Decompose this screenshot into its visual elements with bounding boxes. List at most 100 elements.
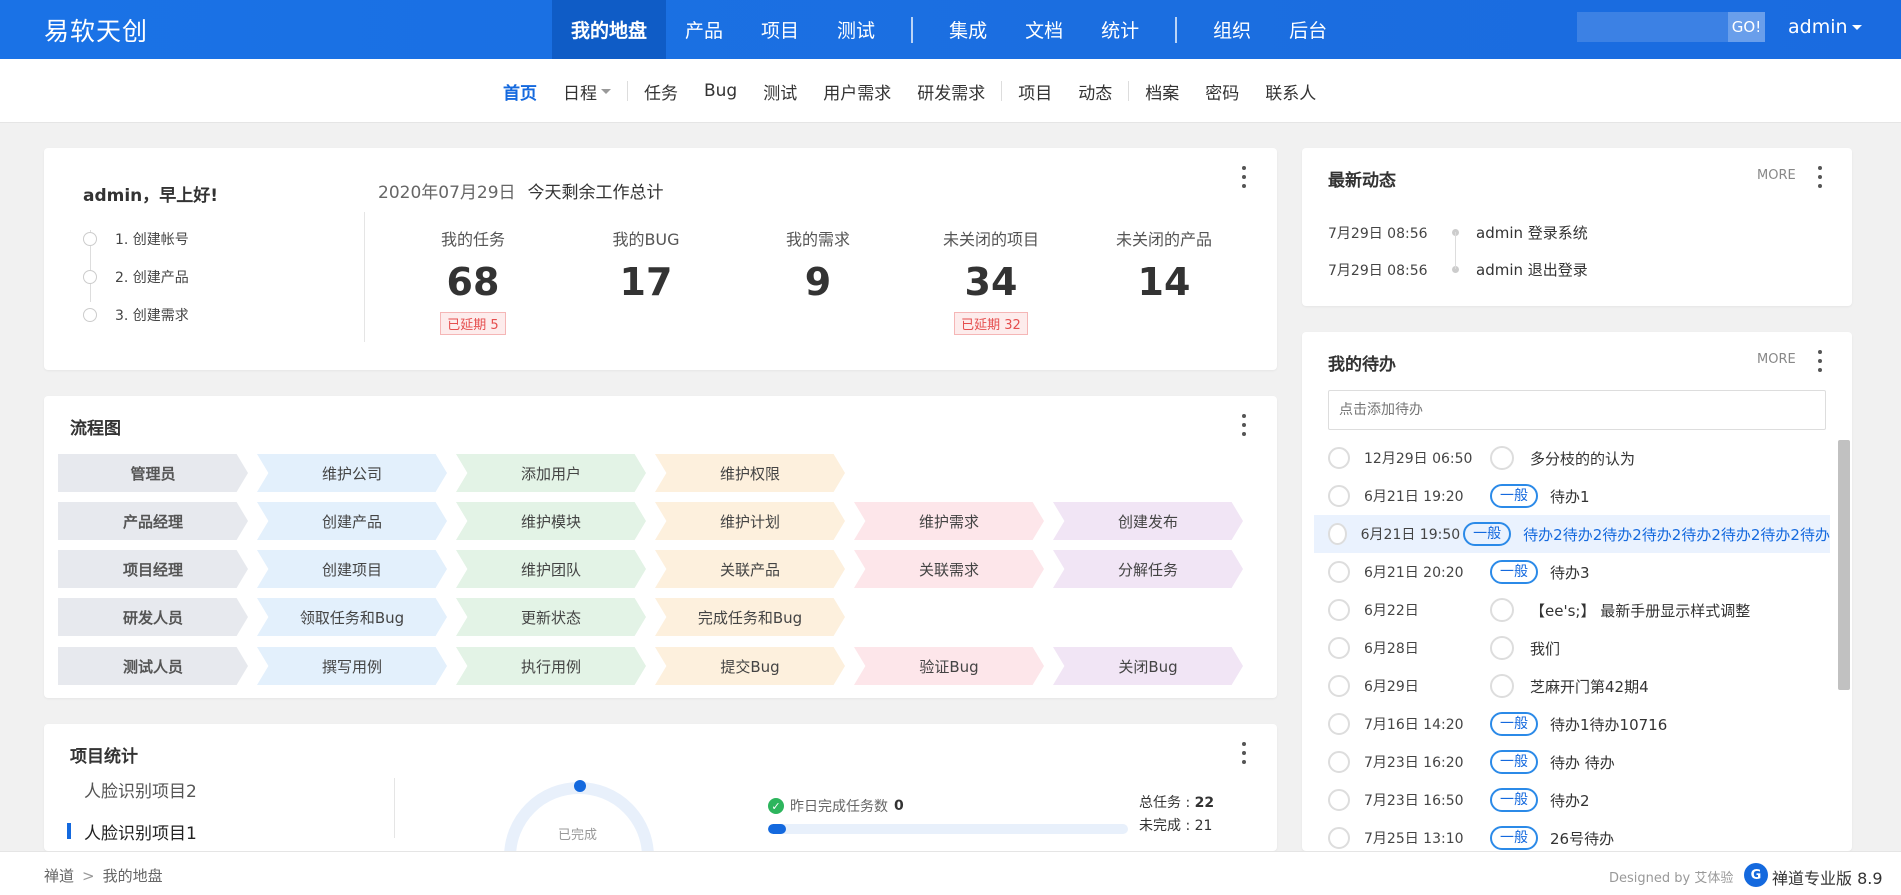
flow-step[interactable]: 创建发布 [1053, 502, 1243, 540]
user-menu[interactable]: admin [1788, 16, 1862, 38]
more-menu-icon[interactable] [1241, 166, 1247, 188]
subnav-task[interactable]: 任务 [631, 79, 691, 104]
todo-scrollbar[interactable] [1838, 440, 1850, 690]
dynamic-item[interactable]: 7月29日 08:56 admin 登录系统 [1328, 214, 1588, 251]
search-input[interactable] [1577, 12, 1728, 42]
designed-by[interactable]: Designed by 艾体验 [1609, 867, 1733, 886]
step-item[interactable]: 1. 创建帐号 [83, 220, 189, 258]
todo-item[interactable]: 6月22日 【ee's;】 最新手册显示样式调整 [1314, 591, 1830, 629]
checkbox-circle-icon[interactable] [1328, 789, 1350, 811]
subnav-schedule[interactable]: 日程 [550, 79, 624, 104]
flow-step[interactable]: 分解任务 [1053, 550, 1243, 588]
flow-step[interactable]: 撰写用例 [257, 647, 447, 685]
flow-step[interactable]: 关联产品 [655, 550, 845, 588]
checkbox-circle-icon[interactable] [1328, 675, 1350, 697]
todo-item[interactable]: 12月29日 06:50 多分枝的的认为 [1314, 439, 1830, 477]
stat-my-bugs[interactable]: 我的BUG 17 [576, 226, 716, 304]
add-todo-input[interactable] [1328, 390, 1826, 430]
step-item[interactable]: 3. 创建需求 [83, 296, 189, 334]
checkbox-circle-icon[interactable] [1328, 637, 1350, 659]
flow-step[interactable]: 维护需求 [854, 502, 1044, 540]
checkbox-circle-icon[interactable] [1328, 447, 1350, 469]
todo-item[interactable]: 7月23日 16:50 一般 待办2 [1314, 781, 1830, 819]
todo-item[interactable]: 6月28日 我们 [1314, 629, 1830, 667]
breadcrumb-separator-icon: > [82, 866, 95, 885]
checkbox-circle-icon[interactable] [1328, 523, 1347, 545]
more-menu-icon[interactable] [1241, 414, 1247, 436]
subnav-test[interactable]: 测试 [750, 79, 810, 104]
flow-step[interactable]: 领取任务和Bug [257, 598, 447, 636]
yesterday-done: ✓ 昨日完成任务数 0 [768, 796, 904, 816]
more-menu-icon[interactable] [1817, 350, 1823, 372]
checkbox-circle-icon[interactable] [1328, 485, 1350, 507]
subnav-bug[interactable]: Bug [691, 81, 750, 101]
todo-item[interactable]: 7月25日 13:10 一般 26号待办 [1314, 819, 1830, 851]
flow-step[interactable]: 创建项目 [257, 550, 447, 588]
stat-open-projects[interactable]: 未关闭的项目 34 已延期 32 [921, 226, 1061, 335]
todo-item[interactable]: 6月21日 20:20 一般 待办3 [1314, 553, 1830, 591]
subnav-dynamic[interactable]: 动态 [1065, 79, 1125, 104]
nav-docs[interactable]: 文档 [1006, 0, 1082, 59]
checkbox-circle-icon[interactable] [1328, 827, 1350, 849]
stat-my-tasks[interactable]: 我的任务 68 已延期 5 [403, 226, 543, 335]
stat-open-products[interactable]: 未关闭的产品 14 [1094, 226, 1234, 304]
todo-item[interactable]: 6月21日 19:20 一般 待办1 [1314, 477, 1830, 515]
subnav-dev-story[interactable]: 研发需求 [904, 79, 998, 104]
subnav-contacts[interactable]: 联系人 [1252, 79, 1329, 104]
todo-item[interactable]: 6月29日 芝麻开门第42期4 [1314, 667, 1830, 705]
breadcrumb-root[interactable]: 禅道 [44, 865, 74, 886]
flow-step[interactable]: 提交Bug [655, 647, 845, 685]
flow-step[interactable]: 创建产品 [257, 502, 447, 540]
more-link[interactable]: MORE [1757, 168, 1796, 183]
subnav-profile[interactable]: 档案 [1132, 79, 1192, 104]
step-item[interactable]: 2. 创建产品 [83, 258, 189, 296]
flow-step[interactable]: 维护公司 [257, 454, 447, 492]
project-item[interactable]: 人脸识别项目2 [84, 768, 197, 810]
flow-step[interactable]: 执行用例 [456, 647, 646, 685]
stat-my-stories[interactable]: 我的需求 9 [748, 226, 888, 304]
more-menu-icon[interactable] [1241, 742, 1247, 764]
nav-admin[interactable]: 后台 [1270, 0, 1346, 59]
flow-step[interactable]: 关联需求 [854, 550, 1044, 588]
subnav-password[interactable]: 密码 [1192, 79, 1252, 104]
version-text[interactable]: 禅道专业版 8.9 [1772, 865, 1883, 889]
flow-step[interactable]: 完成任务和Bug [655, 598, 845, 636]
nav-org[interactable]: 组织 [1194, 0, 1270, 59]
nav-integration[interactable]: 集成 [930, 0, 1006, 59]
dynamics-list: 7月29日 08:56 admin 登录系统 7月29日 08:56 admin… [1328, 214, 1588, 288]
todo-date: 7月23日 16:20 [1364, 755, 1464, 771]
flow-step[interactable]: 维护计划 [655, 502, 845, 540]
project-item-active[interactable]: 人脸识别项目1 [67, 810, 197, 851]
nav-test[interactable]: 测试 [818, 0, 894, 59]
more-menu-icon[interactable] [1817, 166, 1823, 188]
todo-item[interactable]: 7月23日 16:20 一般 待办 待办 [1314, 743, 1830, 781]
subnav-project[interactable]: 项目 [1005, 79, 1065, 104]
todo-item[interactable]: 6月21日 19:50 一般 待办2待办2待办2待办2待办2待办2待办2待办 [1314, 515, 1830, 553]
nav-stats[interactable]: 统计 [1082, 0, 1158, 59]
checkbox-circle-icon[interactable] [1328, 561, 1350, 583]
flow-step[interactable]: 维护团队 [456, 550, 646, 588]
flow-step[interactable]: 更新状态 [456, 598, 646, 636]
task-progress-bar [768, 824, 1128, 834]
nav-my-dashboard[interactable]: 我的地盘 [552, 0, 667, 59]
flow-step[interactable]: 维护权限 [655, 454, 845, 492]
subnav-user-story[interactable]: 用户需求 [810, 79, 904, 104]
more-link[interactable]: MORE [1757, 352, 1796, 367]
flow-step[interactable]: 添加用户 [456, 454, 646, 492]
brand-logo[interactable]: 易软天创 [44, 12, 148, 48]
nav-product[interactable]: 产品 [666, 0, 742, 59]
checkbox-circle-icon[interactable] [1328, 599, 1350, 621]
checkbox-circle-icon[interactable] [1328, 751, 1350, 773]
subnav-home[interactable]: 首页 [490, 79, 550, 104]
todo-name: 26号待办 [1550, 829, 1615, 848]
dynamic-item[interactable]: 7月29日 08:56 admin 退出登录 [1328, 251, 1588, 288]
flow-step[interactable]: 关闭Bug [1053, 647, 1243, 685]
flow-step[interactable]: 维护模块 [456, 502, 646, 540]
flow-step[interactable]: 验证Bug [854, 647, 1044, 685]
overdue-badge: 已延期 5 [440, 312, 506, 335]
search-go-button[interactable]: GO! [1728, 12, 1765, 42]
nav-project[interactable]: 项目 [742, 0, 818, 59]
todo-item[interactable]: 7月16日 14:20 一般 待办1待办10716 [1314, 705, 1830, 743]
breadcrumb-current[interactable]: 我的地盘 [103, 865, 163, 886]
checkbox-circle-icon[interactable] [1328, 713, 1350, 735]
